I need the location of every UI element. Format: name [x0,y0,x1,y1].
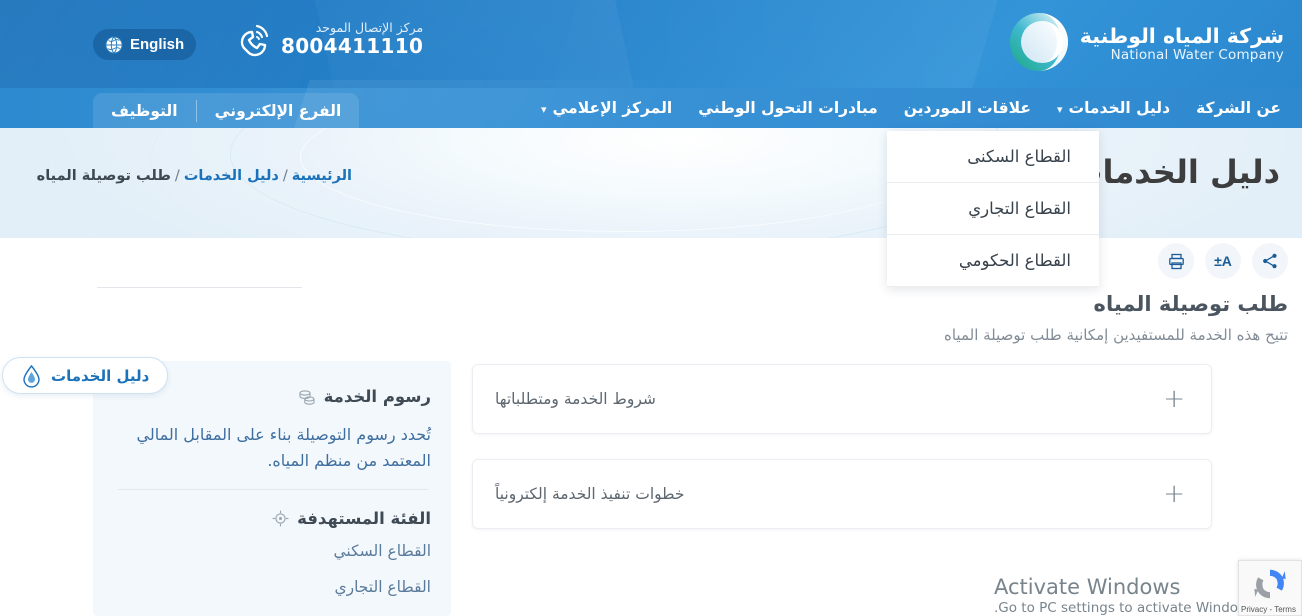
card-divider [118,489,428,490]
page-title: دليل الخدمات [1070,153,1280,191]
breadcrumb-separator: / [174,168,180,184]
windows-activation-watermark: Activate Windows Go to PC settings to ac… [994,574,1256,616]
hero-banner: دليل الخدمات الرئيسية / دليل الخدمات / ط… [0,128,1302,238]
nav-item-media-center-label: المركز الإعلامي [552,99,673,117]
font-size-icon: A± [1214,253,1232,269]
target-icon [272,510,289,527]
service-fees-title: رسوم الخدمة [323,387,431,406]
nav-item-about[interactable]: عن الشركة [1183,88,1294,128]
watermark-title: Activate Windows [994,575,1181,599]
target-category-item-residential: القطاع السكني [333,542,432,560]
breadcrumb-home[interactable]: الرئيسية [292,168,352,184]
target-category-item-commercial: القطاع التجاري [334,578,431,596]
call-center-label: مركز الإتصال الموحد [315,20,424,36]
services-guide-pill-button[interactable]: دليل الخدمات [2,357,169,394]
title-divider [97,287,302,288]
main-navigation: عن الشركة دليل الخدمات ▾ علاقات الموردين… [0,80,1302,140]
globe-icon [105,35,123,54]
phone-ring-icon [240,24,269,57]
nav-item-supplier-relations[interactable]: علاقات الموردين [891,88,1044,128]
plus-icon: + [1163,479,1185,509]
share-button[interactable] [1252,243,1288,279]
logo-english-name: National Water Company [1110,46,1284,63]
print-button[interactable] [1158,243,1194,279]
nav-item-national-transformation[interactable]: مبادرات التحول الوطني [685,88,891,128]
accordion-service-steps-label: خطوات تنفيذ الخدمة إلكترونياً [495,485,685,503]
water-drop-icon [23,364,40,388]
call-center-number: 8004411110 [281,33,424,58]
print-icon [1168,253,1184,269]
chevron-down-icon: ▾ [540,102,547,116]
recaptcha-badge[interactable]: Privacy - Terms [1238,560,1302,616]
service-fees-body: تُحدد رسوم التوصيلة بناء على المقابل الم… [136,425,431,470]
nwc-logo-icon [1009,13,1068,71]
service-fees-heading: رسوم الخدمة [298,387,431,406]
nav-tabs-group: الفرع الإلكتروني التوظيف [93,93,360,128]
nav-items-list: عن الشركة دليل الخدمات ▾ علاقات الموردين… [528,88,1294,128]
accordion-service-conditions-label: شروط الخدمة ومتطلباتها [495,390,656,408]
accordion-service-conditions[interactable]: + شروط الخدمة ومتطلباتها [472,364,1212,434]
nav-tab-e-branch[interactable]: الفرع الإلكتروني [197,93,360,128]
nav-item-services-guide[interactable]: دليل الخدمات ▾ [1044,88,1183,128]
nav-item-media-center[interactable]: المركز الإعلامي ▾ [528,88,685,128]
nav-tab-e-branch-label: الفرع الإلكتروني [214,101,342,120]
dropdown-item-commercial[interactable]: القطاع التجاري [887,183,1099,235]
nav-item-services-guide-label: دليل الخدمات [1068,99,1171,117]
site-header: شركة المياه الوطنية National Water Compa… [0,0,1302,88]
recaptcha-icon [1254,569,1286,599]
nav-tab-careers-label: التوظيف [111,101,178,120]
service-info-card: رسوم الخدمة تُحدد رسوم التوصيلة بناء على… [93,361,451,616]
target-category-title: الفئة المستهدفة [297,509,431,528]
breadcrumb-current: طلب توصيلة المياه [36,168,171,184]
watermark-subtitle: Go to PC settings to activate Windows. [994,600,1257,616]
call-center-text: مركز الإتصال الموحد 8004411110 [281,21,423,57]
nav-item-national-transformation-label: مبادرات التحول الوطني [698,99,878,117]
dropdown-item-residential[interactable]: القطاع السكنى [887,131,1099,183]
breadcrumb-services-guide[interactable]: دليل الخدمات [184,168,279,184]
nav-tab-careers[interactable]: التوظيف [93,93,196,128]
plus-icon: + [1163,384,1185,414]
language-toggle-button[interactable]: English [93,29,197,60]
logo-arabic-name: شركة المياه الوطنية [1079,23,1284,48]
service-subtitle: تتيح هذه الخدمة للمستفيدين إمكانية طلب ت… [944,326,1288,344]
header-sheen-right [514,0,1010,88]
breadcrumb: الرئيسية / دليل الخدمات / طلب توصيلة الم… [37,168,352,184]
service-title: طلب توصيلة المياه [1093,292,1288,316]
recaptcha-terms-text[interactable]: Privacy - Terms [1241,605,1296,614]
call-center-block[interactable]: مركز الإتصال الموحد 8004411110 [232,18,423,60]
services-guide-pill-label: دليل الخدمات [51,366,150,385]
tab-divider [195,99,197,122]
accordion-service-steps[interactable]: + خطوات تنفيذ الخدمة إلكترونياً [472,459,1212,529]
language-label: English [130,36,185,53]
page-action-buttons: A± [1158,243,1288,279]
page-root: شركة المياه الوطنية National Water Compa… [0,0,1302,616]
share-icon [1263,253,1277,269]
breadcrumb-separator: / [282,168,288,184]
logo-text-block: شركة المياه الوطنية National Water Compa… [1080,21,1284,63]
nav-item-supplier-relations-label: علاقات الموردين [903,99,1031,117]
coins-icon [299,389,315,405]
services-guide-dropdown-menu: القطاع السكنى القطاع التجاري القطاع الحك… [887,131,1099,287]
chevron-down-icon: ▾ [1056,102,1063,116]
nav-item-about-label: عن الشركة [1196,99,1281,117]
dropdown-item-government[interactable]: القطاع الحكومي [887,235,1099,287]
target-category-heading: الفئة المستهدفة [272,509,431,528]
font-size-button[interactable]: A± [1205,243,1241,279]
site-logo[interactable]: شركة المياه الوطنية National Water Compa… [1008,11,1284,73]
